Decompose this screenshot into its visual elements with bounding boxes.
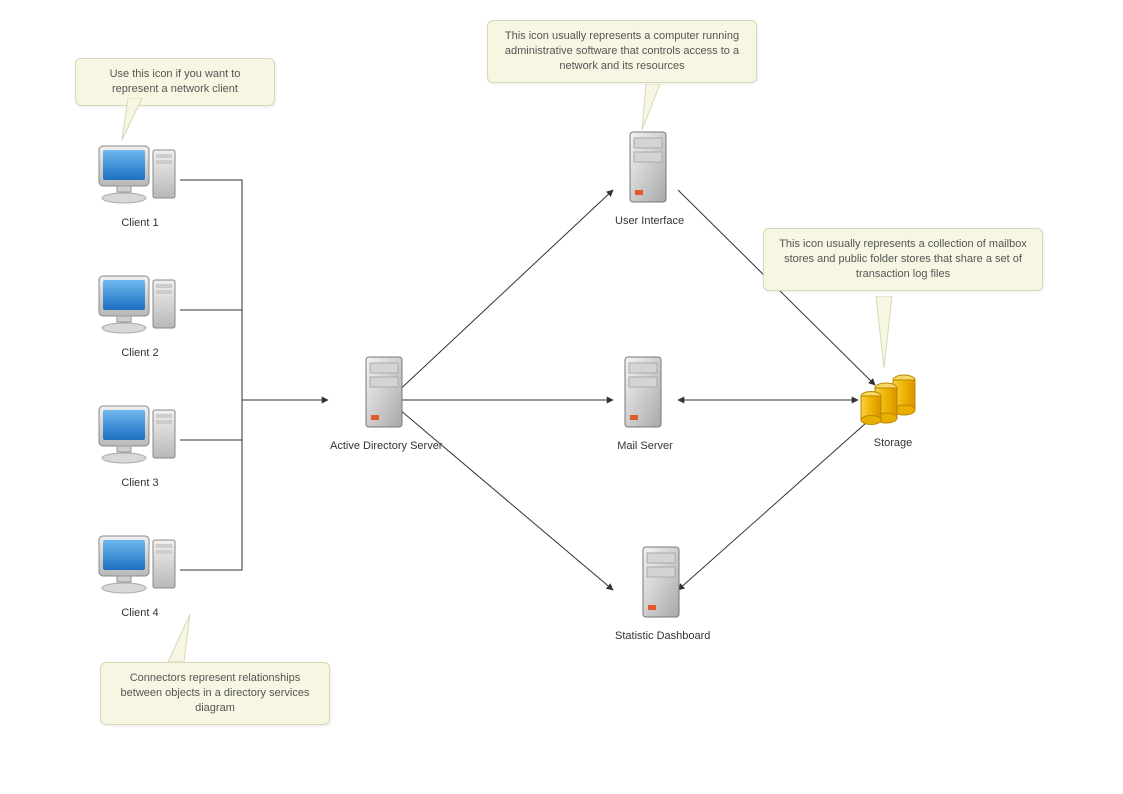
callout-text: Use this icon if you want to represent a… [110,68,241,95]
callout-tail-icon [870,296,900,371]
node-label: User Interface [615,215,684,227]
callout-connector-tip: Connectors represent relationships betwe… [100,662,330,725]
server-icon [356,355,416,433]
callout-tail-icon [640,84,670,132]
callout-client-tip: Use this icon if you want to represent a… [75,58,275,106]
callout-ui-tip: This icon usually represents a computer … [487,20,757,83]
node-label: Mail Server [615,440,675,452]
callout-text: This icon usually represents a collectio… [779,238,1027,280]
node-client-4: Client 4 [95,530,185,619]
client-computer-icon [95,400,185,470]
callout-text: This icon usually represents a computer … [505,30,739,72]
node-label: Client 2 [95,347,185,359]
callout-text: Connectors represent relationships betwe… [121,672,310,714]
node-client-3: Client 3 [95,400,185,489]
node-storage: Storage [858,370,928,449]
node-user-interface: User Interface [615,130,684,227]
node-mail-server: Mail Server [615,355,675,452]
callout-tail-icon [120,98,150,143]
client-computer-icon [95,140,185,210]
node-active-directory-server: Active Directory Server [330,355,442,452]
node-label: Client 3 [95,477,185,489]
callout-storage-tip: This icon usually represents a collectio… [763,228,1043,291]
node-label: Storage [858,437,928,449]
callout-tail-icon [160,614,200,664]
server-icon [615,355,675,433]
client-computer-icon [95,530,185,600]
node-client-2: Client 2 [95,270,185,359]
node-label: Active Directory Server [330,440,442,452]
storage-database-icon [858,370,928,430]
server-icon [620,130,680,208]
node-label: Statistic Dashboard [615,630,710,642]
node-statistic-dashboard: Statistic Dashboard [615,545,710,642]
server-icon [633,545,693,623]
node-label: Client 1 [95,217,185,229]
client-computer-icon [95,270,185,340]
node-client-1: Client 1 [95,140,185,229]
